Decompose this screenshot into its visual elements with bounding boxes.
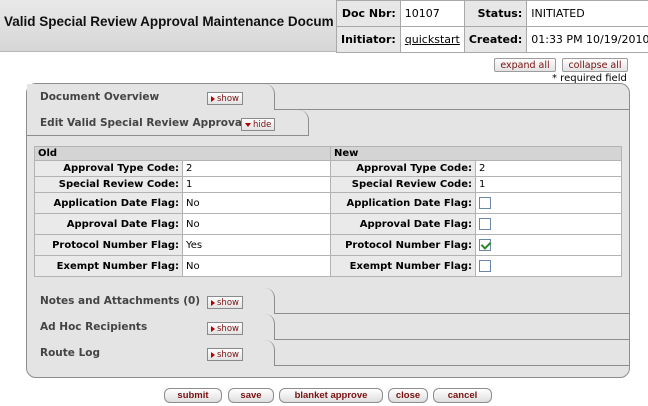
expand-all-button[interactable]: expand all bbox=[494, 58, 556, 72]
old-value: No bbox=[182, 255, 331, 277]
show-notes-button[interactable]: show bbox=[207, 296, 243, 309]
edit-table: Old New Approval Type Code: 2 Approval T… bbox=[34, 146, 622, 277]
doc-nbr-label: Doc Nbr: bbox=[336, 0, 401, 27]
old-header: Old bbox=[34, 146, 331, 161]
doc-nbr-value: 10107 bbox=[399, 0, 465, 27]
hide-edit-panel-button[interactable]: hide bbox=[241, 118, 276, 131]
row-label: Protocol Number Flag: bbox=[330, 234, 476, 256]
old-value: 2 bbox=[182, 160, 331, 177]
old-value: Yes bbox=[182, 234, 331, 256]
tab-document-overview: Document Overview show bbox=[27, 84, 629, 110]
triangle-right-icon bbox=[211, 95, 215, 102]
tab-label: Notes and Attachments (0) bbox=[40, 295, 201, 307]
row-label: Special Review Code: bbox=[34, 176, 183, 193]
tab-notes-and-attachments: Notes and Attachments (0) show bbox=[27, 288, 629, 314]
initiator-label: Initiator: bbox=[336, 26, 401, 53]
collapse-all-button[interactable]: collapse all bbox=[562, 58, 628, 72]
new-special-review-code: 1 bbox=[475, 176, 622, 193]
triangle-right-icon bbox=[211, 325, 215, 332]
status-label: Status: bbox=[463, 0, 528, 27]
tab-edit-valid-special-review-approval: Edit Valid Special Review Approval hide bbox=[27, 110, 629, 136]
row-label: Approval Date Flag: bbox=[34, 213, 183, 235]
row-label: Exempt Number Flag: bbox=[330, 255, 476, 277]
triangle-right-icon bbox=[211, 299, 215, 306]
show-document-overview-button[interactable]: show bbox=[207, 92, 243, 105]
submit-button[interactable]: submit bbox=[164, 388, 222, 403]
close-button[interactable]: close bbox=[388, 388, 428, 403]
initiator-link[interactable]: quickstart bbox=[405, 33, 460, 46]
approval-date-flag-checkbox[interactable] bbox=[479, 218, 491, 230]
tab-ad-hoc-recipients: Ad Hoc Recipients show bbox=[27, 314, 629, 340]
page-title: Valid Special Review Approval Maintenanc… bbox=[4, 14, 334, 29]
old-value: No bbox=[182, 213, 331, 235]
status-value: INITIATED bbox=[526, 0, 648, 27]
triangle-down-icon bbox=[245, 122, 251, 127]
new-approval-type-code: 2 bbox=[475, 160, 622, 177]
created-value: 01:33 PM 10/19/2010 bbox=[526, 26, 648, 53]
triangle-right-icon bbox=[211, 351, 215, 358]
tab-label: Ad Hoc Recipients bbox=[40, 321, 148, 333]
blanket-approve-button[interactable]: blanket approve bbox=[279, 388, 383, 403]
tab-label: Route Log bbox=[40, 347, 100, 359]
exempt-number-flag-checkbox[interactable] bbox=[479, 260, 491, 272]
old-value: No bbox=[182, 192, 331, 214]
application-date-flag-checkbox[interactable] bbox=[479, 197, 491, 209]
created-label: Created: bbox=[463, 26, 528, 53]
document-info-table: Doc Nbr: 10107 Status: INITIATED Initiat… bbox=[336, 0, 648, 53]
tab-label: Document Overview bbox=[40, 91, 160, 103]
cancel-button[interactable]: cancel bbox=[433, 388, 492, 403]
tab-label: Edit Valid Special Review Approval bbox=[40, 117, 246, 129]
row-label: Approval Type Code: bbox=[34, 160, 183, 177]
document-header: Valid Special Review Approval Maintenanc… bbox=[0, 0, 648, 53]
row-label: Special Review Code: bbox=[330, 176, 476, 193]
row-label: Application Date Flag: bbox=[330, 192, 476, 214]
protocol-number-flag-checkbox[interactable] bbox=[479, 239, 491, 251]
show-route-log-button[interactable]: show bbox=[207, 348, 243, 361]
save-button[interactable]: save bbox=[228, 388, 274, 403]
show-adhoc-button[interactable]: show bbox=[207, 322, 243, 335]
row-label: Approval Date Flag: bbox=[330, 213, 476, 235]
tab-route-log: Route Log show bbox=[27, 340, 629, 366]
new-header: New bbox=[330, 146, 622, 161]
row-label: Approval Type Code: bbox=[330, 160, 476, 177]
row-label: Application Date Flag: bbox=[34, 192, 183, 214]
old-value: 1 bbox=[182, 176, 331, 193]
row-label: Exempt Number Flag: bbox=[34, 255, 183, 277]
row-label: Protocol Number Flag: bbox=[34, 234, 183, 256]
